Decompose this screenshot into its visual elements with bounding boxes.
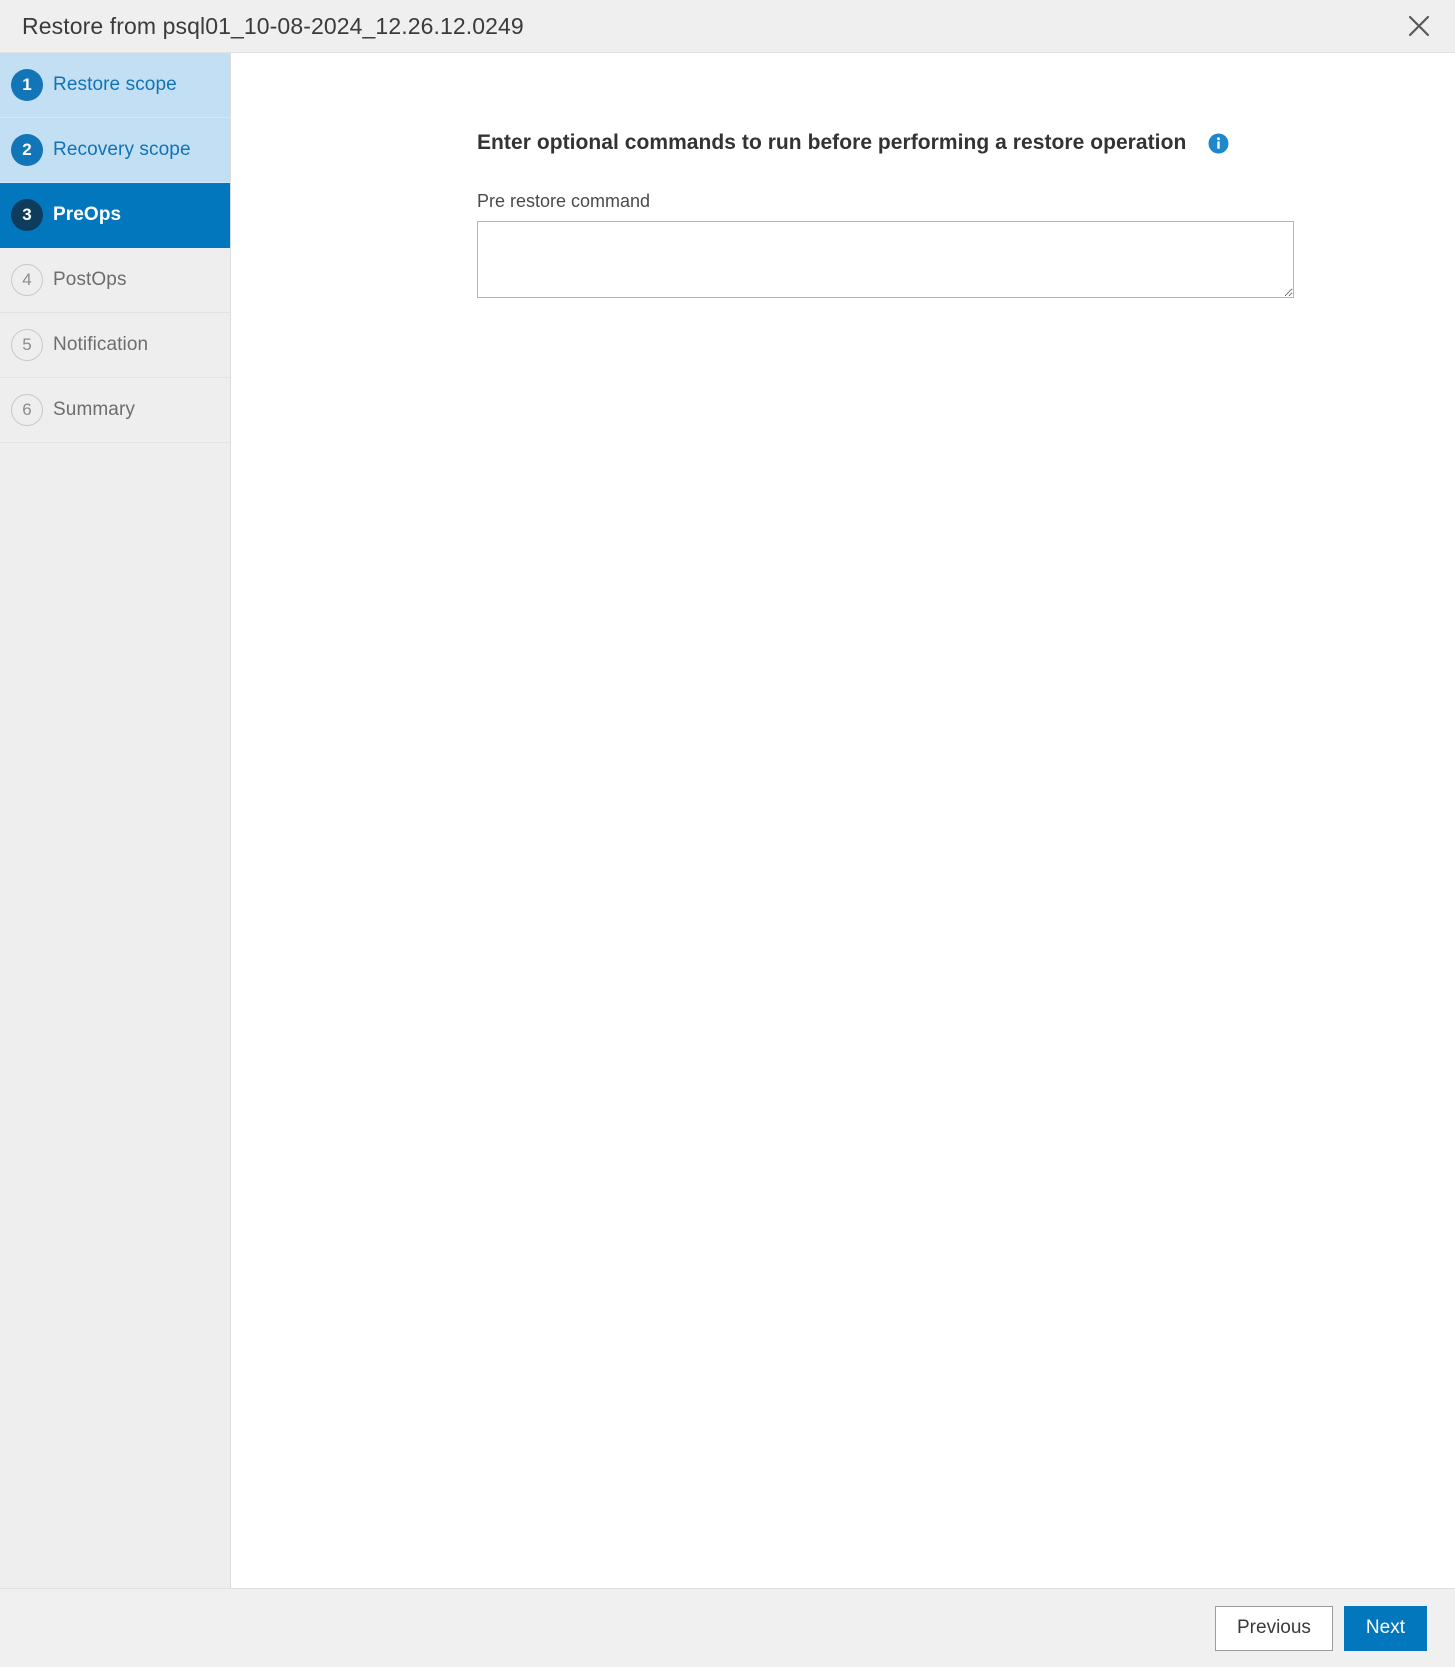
panel-heading-row: Enter optional commands to run before pe… [477,131,1455,155]
sidebar-item-label: Notification [53,334,149,355]
sidebar-item-label: PreOps [53,204,122,225]
step-number-badge: 1 [11,69,43,101]
sidebar-item-restore-scope[interactable]: 1 Restore scope [0,53,230,118]
sidebar-item-notification[interactable]: 5 Notification [0,313,230,378]
dialog-titlebar: Restore from psql01_10-08-2024_12.26.12.… [0,0,1455,53]
pre-restore-command-label: Pre restore command [477,191,651,211]
sidebar-item-postops[interactable]: 4 PostOps [0,248,230,313]
dialog-footer: Previous Next [0,1588,1455,1667]
next-button[interactable]: Next [1343,1605,1427,1651]
step-number-badge: 5 [11,329,43,361]
close-icon[interactable] [1399,6,1439,46]
pre-restore-command-input[interactable] [477,221,1294,298]
sidebar-item-label: Summary [53,399,135,420]
dialog-body: 1 Restore scope 2 Recovery scope 3 PreOp… [0,53,1455,1588]
restore-wizard-dialog: Restore from psql01_10-08-2024_12.26.12.… [0,0,1455,1667]
step-number-badge: 3 [11,199,43,231]
sidebar-item-label: Recovery scope [53,139,191,160]
sidebar-item-summary[interactable]: 6 Summary [0,378,230,443]
sidebar-item-label: Restore scope [53,74,177,95]
sidebar-empty-area [0,443,230,1588]
preops-panel: Enter optional commands to run before pe… [231,53,1455,1588]
sidebar-item-preops[interactable]: 3 PreOps [0,183,230,248]
dialog-title: Restore from psql01_10-08-2024_12.26.12.… [22,12,524,39]
step-number-badge: 2 [11,134,43,166]
page-title: Enter optional commands to run before pe… [477,131,1187,154]
info-icon[interactable] [1208,133,1229,154]
sidebar-item-recovery-scope[interactable]: 2 Recovery scope [0,118,230,183]
step-number-badge: 4 [11,264,43,296]
sidebar-item-label: PostOps [53,269,127,290]
step-number-badge: 6 [11,394,43,426]
wizard-step-nav: 1 Restore scope 2 Recovery scope 3 PreOp… [0,53,231,1588]
previous-button[interactable]: Previous [1215,1605,1333,1651]
